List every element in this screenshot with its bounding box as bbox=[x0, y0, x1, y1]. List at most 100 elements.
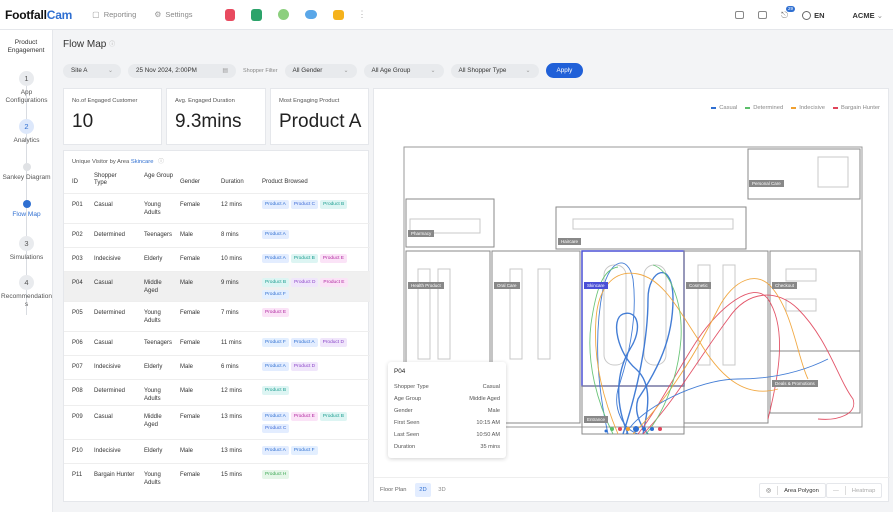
product-tag[interactable]: Product B bbox=[262, 386, 290, 395]
step-recommendations[interactable]: 4 Recommendations bbox=[0, 275, 53, 309]
product-tag[interactable]: Product B bbox=[319, 412, 347, 421]
table-row[interactable]: P08 Determined Young Adults Male 12 mins Prod… bbox=[64, 379, 370, 405]
product-tag[interactable]: Product A bbox=[262, 200, 289, 209]
map-controls: Floor Plan 2D 3D ◎ Area Polygon — Heatmap bbox=[374, 477, 890, 502]
product-tag[interactable]: Product B bbox=[262, 278, 290, 287]
people-tool-icon[interactable] bbox=[277, 9, 289, 20]
product-tag[interactable]: Product A bbox=[262, 254, 289, 263]
app-logo[interactable]: FootfallCam bbox=[5, 8, 72, 22]
account-menu[interactable]: ACME ⌄ bbox=[853, 11, 883, 20]
shopper-tooltip: P04 Shopper Type Casual Age Group Middle A… bbox=[388, 362, 506, 458]
shelf bbox=[572, 218, 734, 230]
zone-haircare bbox=[555, 206, 747, 250]
product-tag[interactable]: Product B bbox=[320, 200, 348, 209]
product-tag[interactable]: Product A bbox=[262, 412, 289, 421]
product-tag[interactable]: Product E bbox=[320, 278, 348, 287]
tooltip-row: First Seen 10:15 AM bbox=[394, 420, 500, 426]
heatmap-toggle[interactable]: — Heatmap bbox=[826, 483, 883, 498]
site-select[interactable]: Site A ⌄ bbox=[63, 63, 121, 78]
notification-bell-icon[interactable]: ⎋ 29 bbox=[781, 5, 795, 21]
product-tag[interactable]: Product H bbox=[262, 470, 290, 479]
age-group-select[interactable]: All Age Group ⌄ bbox=[363, 63, 444, 78]
table-row[interactable]: P05 Determined Young Adults Female 7 mins Pro… bbox=[64, 301, 370, 331]
cell-age-group: Teenagers bbox=[144, 232, 173, 238]
apply-button[interactable]: Apply bbox=[545, 63, 584, 78]
product-tag[interactable]: Product E bbox=[319, 254, 347, 263]
nav-reporting[interactable]: Reporting bbox=[104, 10, 137, 19]
language-selector[interactable]: EN bbox=[802, 10, 825, 20]
legend-casual[interactable]: Casual bbox=[711, 105, 737, 111]
step-number: 1 bbox=[19, 71, 34, 86]
legend-determined[interactable]: Determined bbox=[745, 105, 783, 111]
product-tag[interactable]: Product F bbox=[262, 290, 289, 299]
mode-3d-button[interactable]: 3D bbox=[434, 483, 450, 497]
product-tag[interactable]: Product D bbox=[290, 362, 319, 371]
cell-duration: 11 mins bbox=[221, 340, 242, 346]
more-vertical-icon[interactable]: ⋮ bbox=[358, 9, 367, 20]
dash-icon: — bbox=[833, 487, 839, 494]
chevron-down-icon: ⌄ bbox=[430, 68, 436, 74]
product-tag[interactable]: Product E bbox=[290, 412, 318, 421]
area-polygon-toggle[interactable]: ◎ Area Polygon bbox=[759, 483, 826, 498]
legend-bargain-hunter[interactable]: Bargain Hunter bbox=[833, 105, 880, 111]
zone-label-deals: Deals & Promotions bbox=[772, 380, 818, 387]
gender-select[interactable]: All Gender ⌄ bbox=[284, 63, 357, 78]
info-icon[interactable]: ⓘ bbox=[158, 159, 164, 165]
folder-tool-icon[interactable] bbox=[332, 9, 344, 20]
info-icon[interactable]: ⓘ bbox=[109, 42, 115, 48]
chat-icon[interactable] bbox=[757, 11, 767, 19]
step-simulations[interactable]: 3 Simulations bbox=[0, 236, 53, 262]
zone-label-health: Health Product bbox=[408, 282, 444, 289]
cell-gender: Male bbox=[180, 364, 194, 370]
product-tag[interactable]: Product D bbox=[319, 338, 347, 347]
product-tag[interactable]: Product C bbox=[290, 200, 319, 209]
table-row[interactable]: P10 Indecisive Elderly Male 13 mins Product A… bbox=[64, 439, 370, 463]
product-tag[interactable]: Product F bbox=[290, 446, 318, 455]
product-tag[interactable]: Product A bbox=[262, 446, 289, 455]
flow-map-card: Casual Determined Indecisive Bargain Hun… bbox=[373, 88, 890, 502]
calendar-tool-icon[interactable] bbox=[250, 8, 262, 21]
product-tag[interactable]: Product F bbox=[262, 338, 289, 347]
nav-settings[interactable]: Settings bbox=[165, 10, 192, 19]
product-tag[interactable]: Product D bbox=[291, 278, 319, 287]
shopper-type-select[interactable]: All Shopper Type ⌄ bbox=[450, 63, 539, 78]
window-icon[interactable] bbox=[734, 11, 744, 19]
product-tag[interactable]: Product A bbox=[262, 230, 289, 239]
tooltip-row: Last Seen 10:50 AM bbox=[394, 432, 500, 438]
table-row[interactable]: P02 Determined Teenagers Male 8 mins Product … bbox=[64, 223, 370, 247]
datetime-picker[interactable]: 25 Nov 2024, 2:00PM ▤ bbox=[128, 63, 236, 78]
table-row[interactable]: P04 Casual Middle Aged Male 9 mins Product BP… bbox=[64, 271, 370, 301]
area-link[interactable]: Skincare bbox=[131, 159, 154, 165]
table-row[interactable]: P11 Bargain Hunter Young Adults Female 15 mi… bbox=[64, 463, 370, 491]
kpi-value: 10 bbox=[72, 111, 94, 132]
legend-indecisive[interactable]: Indecisive bbox=[791, 105, 825, 111]
cell-age-group: Middle Aged bbox=[144, 414, 162, 428]
step-analytics[interactable]: 2 Analytics bbox=[0, 119, 53, 145]
zone-label-personal-care: Personal Care bbox=[749, 180, 784, 187]
product-tag[interactable]: Product E bbox=[262, 308, 290, 317]
settings-icon: ⚙ bbox=[154, 10, 162, 19]
product-tag[interactable]: Product A bbox=[262, 362, 289, 371]
zone-label-pharmacy: Pharmacy bbox=[408, 230, 435, 237]
table-row[interactable]: P06 Casual Teenagers Female 11 mins Product F… bbox=[64, 331, 370, 355]
kpi-value: Product A bbox=[279, 111, 362, 132]
cell-products: Product A Product E Product B Product C bbox=[262, 412, 366, 436]
product-tag[interactable]: Product B bbox=[290, 254, 318, 263]
weather-tool-icon[interactable] bbox=[304, 10, 317, 19]
step-app-configurations[interactable]: 1 App Configurations bbox=[0, 71, 53, 105]
zone-label-haircare: Haircare bbox=[558, 238, 582, 245]
product-tag[interactable]: Product C bbox=[262, 424, 290, 433]
legend: Casual Determined Indecisive Bargain Hun… bbox=[711, 105, 880, 111]
step-sankey-diagram[interactable]: Sankey Diagram bbox=[0, 163, 53, 182]
mode-2d-button[interactable]: 2D bbox=[415, 483, 431, 497]
table-row[interactable]: P01 Casual Young Adults Female 12 mins Produc… bbox=[64, 193, 370, 223]
table-row[interactable]: P07 Indecisive Elderly Male 6 mins Product AP… bbox=[64, 355, 370, 379]
gift-tool-icon[interactable] bbox=[224, 8, 235, 21]
step-flow-map[interactable]: Flow Map bbox=[0, 200, 53, 219]
cell-gender: Female bbox=[180, 202, 201, 208]
product-tag[interactable]: Product A bbox=[290, 338, 318, 347]
table-row[interactable]: P03 Indecisive Elderly Female 10 mins Product… bbox=[64, 247, 370, 271]
shelf bbox=[603, 264, 627, 366]
table-row[interactable]: P09 Casual Middle Aged Female 13 mins Product… bbox=[64, 405, 370, 439]
tooltip-title: P04 bbox=[394, 368, 406, 375]
